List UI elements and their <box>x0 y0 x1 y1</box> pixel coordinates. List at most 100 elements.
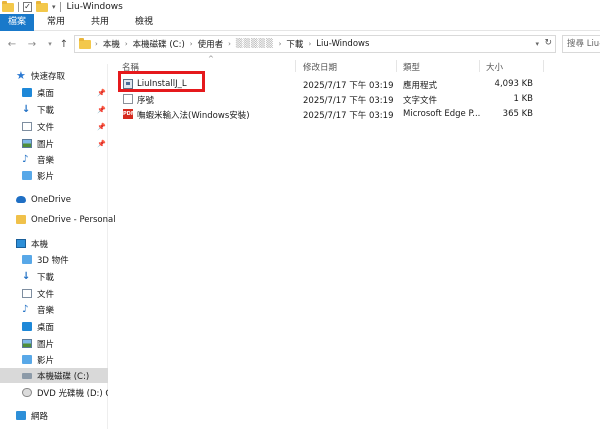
sidebar-item-label: OneDrive <box>31 194 71 205</box>
sidebar-item-label: OneDrive - Personal <box>31 214 116 225</box>
sidebar-item-music[interactable]: ♪ 音樂 <box>22 152 108 167</box>
sidebar-item-label: 音樂 <box>37 155 55 166</box>
window-title: Liu-Windows <box>66 2 123 12</box>
column-divider[interactable] <box>479 60 480 72</box>
table-row[interactable]: PDF 嘸蝦米輸入法(Windows安裝) 2025/7/17 下午 03:19… <box>109 108 600 122</box>
sidebar-item-pc-documents[interactable]: 文件 <box>22 286 108 301</box>
sidebar-item-pc-downloads[interactable]: ↓ 下載 <box>22 269 108 284</box>
sidebar-item-label: 圖片 <box>37 139 55 150</box>
breadcrumb-downloads[interactable]: 下載 <box>281 38 308 50</box>
pin-icon: 📌 <box>97 105 106 114</box>
sort-up-icon: ^ <box>208 55 214 63</box>
column-divider[interactable] <box>543 60 544 72</box>
sidebar-item-label: DVD 光碟機 (D:) CP <box>37 388 108 399</box>
file-modified: 2025/7/17 下午 03:19 <box>303 96 394 106</box>
back-icon[interactable]: ← <box>6 39 18 50</box>
sidebar-item-pc-pictures[interactable]: 圖片 <box>22 336 108 351</box>
pin-icon: 📌 <box>97 122 106 131</box>
ribbon-tabs: 檔案 常用 共用 檢視 <box>0 14 600 31</box>
folder-icon <box>79 37 91 49</box>
download-icon: ↓ <box>22 271 31 282</box>
address-bar[interactable]: › 本機 › 本機磁碟 (C:) › 使用者 › ▒▒▒▒▒ › 下載 › Li… <box>74 35 556 53</box>
navigation-bar: ← → ▾ ↑ › 本機 › 本機磁碟 (C:) › 使用者 › ▒▒▒▒▒ ›… <box>0 33 600 55</box>
file-type: 應用程式 <box>403 81 438 91</box>
sidebar-item-quick-access[interactable]: ★ 快速存取 <box>16 68 124 83</box>
breadcrumb-this-pc[interactable]: 本機 <box>98 38 125 50</box>
tab-view[interactable]: 檢視 <box>122 14 166 31</box>
sidebar-item-label: 下載 <box>37 105 55 116</box>
sidebar-item-label: 文件 <box>37 122 55 133</box>
sidebar-item-pc-videos[interactable]: 影片 <box>22 352 108 367</box>
sidebar-item-label: 3D 物件 <box>37 255 69 266</box>
sidebar-item-dvd-drive[interactable]: DVD 光碟機 (D:) CP <box>22 385 108 400</box>
sidebar-item-pc-music[interactable]: ♪ 音樂 <box>22 302 108 317</box>
up-icon[interactable]: ↑ <box>58 39 70 50</box>
customize-quick-access-icon[interactable]: ▾ <box>52 3 56 11</box>
separator <box>18 2 19 12</box>
sidebar-item-videos[interactable]: 影片 <box>22 168 108 183</box>
separator <box>59 2 61 12</box>
desktop-icon <box>22 88 32 97</box>
breadcrumb-current[interactable]: Liu-Windows <box>311 39 374 49</box>
file-modified: 2025/7/17 下午 03:19 <box>303 81 394 91</box>
video-icon <box>22 355 32 364</box>
pdf-icon: PDF <box>123 109 135 119</box>
cloud-icon <box>16 196 26 203</box>
highlight-box <box>118 71 205 92</box>
file-type: 文字文件 <box>403 96 438 106</box>
sidebar-item-label: 圖片 <box>37 339 55 350</box>
sidebar-item-onedrive[interactable]: OneDrive <box>16 192 108 207</box>
folder-icon <box>16 215 26 224</box>
folder-icon <box>2 0 14 12</box>
sidebar-item-onedrive-personal[interactable]: OneDrive - Personal <box>16 212 116 227</box>
sidebar-item-3d-objects[interactable]: 3D 物件 <box>22 252 108 267</box>
recent-locations-icon[interactable]: ▾ <box>44 40 56 48</box>
search-input[interactable]: 搜尋 Liu-Windows <box>562 35 600 53</box>
table-row[interactable]: 序號 2025/7/17 下午 03:19 文字文件 1 KB <box>109 93 600 107</box>
video-icon <box>22 171 32 180</box>
new-folder-icon[interactable] <box>36 0 48 12</box>
navigation-pane: ★ 快速存取 桌面 📌 ↓ 下載 📌 文件 📌 圖片 📌 ♪ 音樂 影片 One… <box>0 64 116 429</box>
sidebar-item-pictures[interactable]: 圖片 📌 <box>22 136 108 151</box>
sidebar-item-label: 本機 <box>31 239 49 250</box>
network-icon <box>16 411 26 420</box>
breadcrumb-drive[interactable]: 本機磁碟 (C:) <box>128 38 190 50</box>
file-size: 365 KB <box>502 109 533 119</box>
breadcrumb-user[interactable]: ▒▒▒▒▒ <box>231 39 279 49</box>
properties-icon[interactable]: ✓ <box>23 2 32 12</box>
column-divider[interactable] <box>396 60 397 72</box>
sidebar-item-label: 快速存取 <box>31 71 66 82</box>
pictures-icon <box>22 139 32 148</box>
sidebar-item-label: 下載 <box>37 272 55 283</box>
download-icon: ↓ <box>22 104 31 115</box>
music-icon: ♪ <box>22 304 29 315</box>
sidebar-item-documents[interactable]: 文件 📌 <box>22 119 108 134</box>
tab-home[interactable]: 常用 <box>34 14 78 31</box>
sidebar-item-local-disk[interactable]: 本機磁碟 (C:) <box>0 368 108 383</box>
dvd-drive-icon <box>22 388 32 397</box>
3d-objects-icon <box>22 255 32 264</box>
sidebar-item-label: 影片 <box>37 171 55 182</box>
forward-icon[interactable]: → <box>26 39 38 50</box>
refresh-icon[interactable]: ↻ <box>544 38 552 48</box>
sidebar-item-pc-desktop[interactable]: 桌面 <box>22 319 108 334</box>
column-divider[interactable] <box>295 60 296 72</box>
column-header-type[interactable]: 類型 <box>403 61 420 73</box>
computer-icon <box>16 239 26 248</box>
column-header-size[interactable]: 大小 <box>486 61 503 73</box>
sidebar-item-downloads[interactable]: ↓ 下載 📌 <box>22 102 108 117</box>
sidebar-item-label: 影片 <box>37 355 55 366</box>
hard-drive-icon <box>22 372 32 379</box>
pin-icon: 📌 <box>97 139 106 148</box>
tab-file[interactable]: 檔案 <box>0 14 35 31</box>
sidebar-item-network[interactable]: 網路 <box>16 408 108 423</box>
file-modified: 2025/7/17 下午 03:19 <box>303 111 394 121</box>
column-header-modified[interactable]: 修改日期 <box>303 61 337 73</box>
tab-share[interactable]: 共用 <box>78 14 122 31</box>
breadcrumb-users[interactable]: 使用者 <box>193 38 229 50</box>
sidebar-item-desktop[interactable]: 桌面 📌 <box>22 85 108 100</box>
text-file-icon <box>123 94 133 104</box>
sidebar-item-this-pc[interactable]: 本機 <box>16 236 108 251</box>
desktop-icon <box>22 322 32 331</box>
chevron-down-icon[interactable]: ▾ <box>535 40 539 48</box>
